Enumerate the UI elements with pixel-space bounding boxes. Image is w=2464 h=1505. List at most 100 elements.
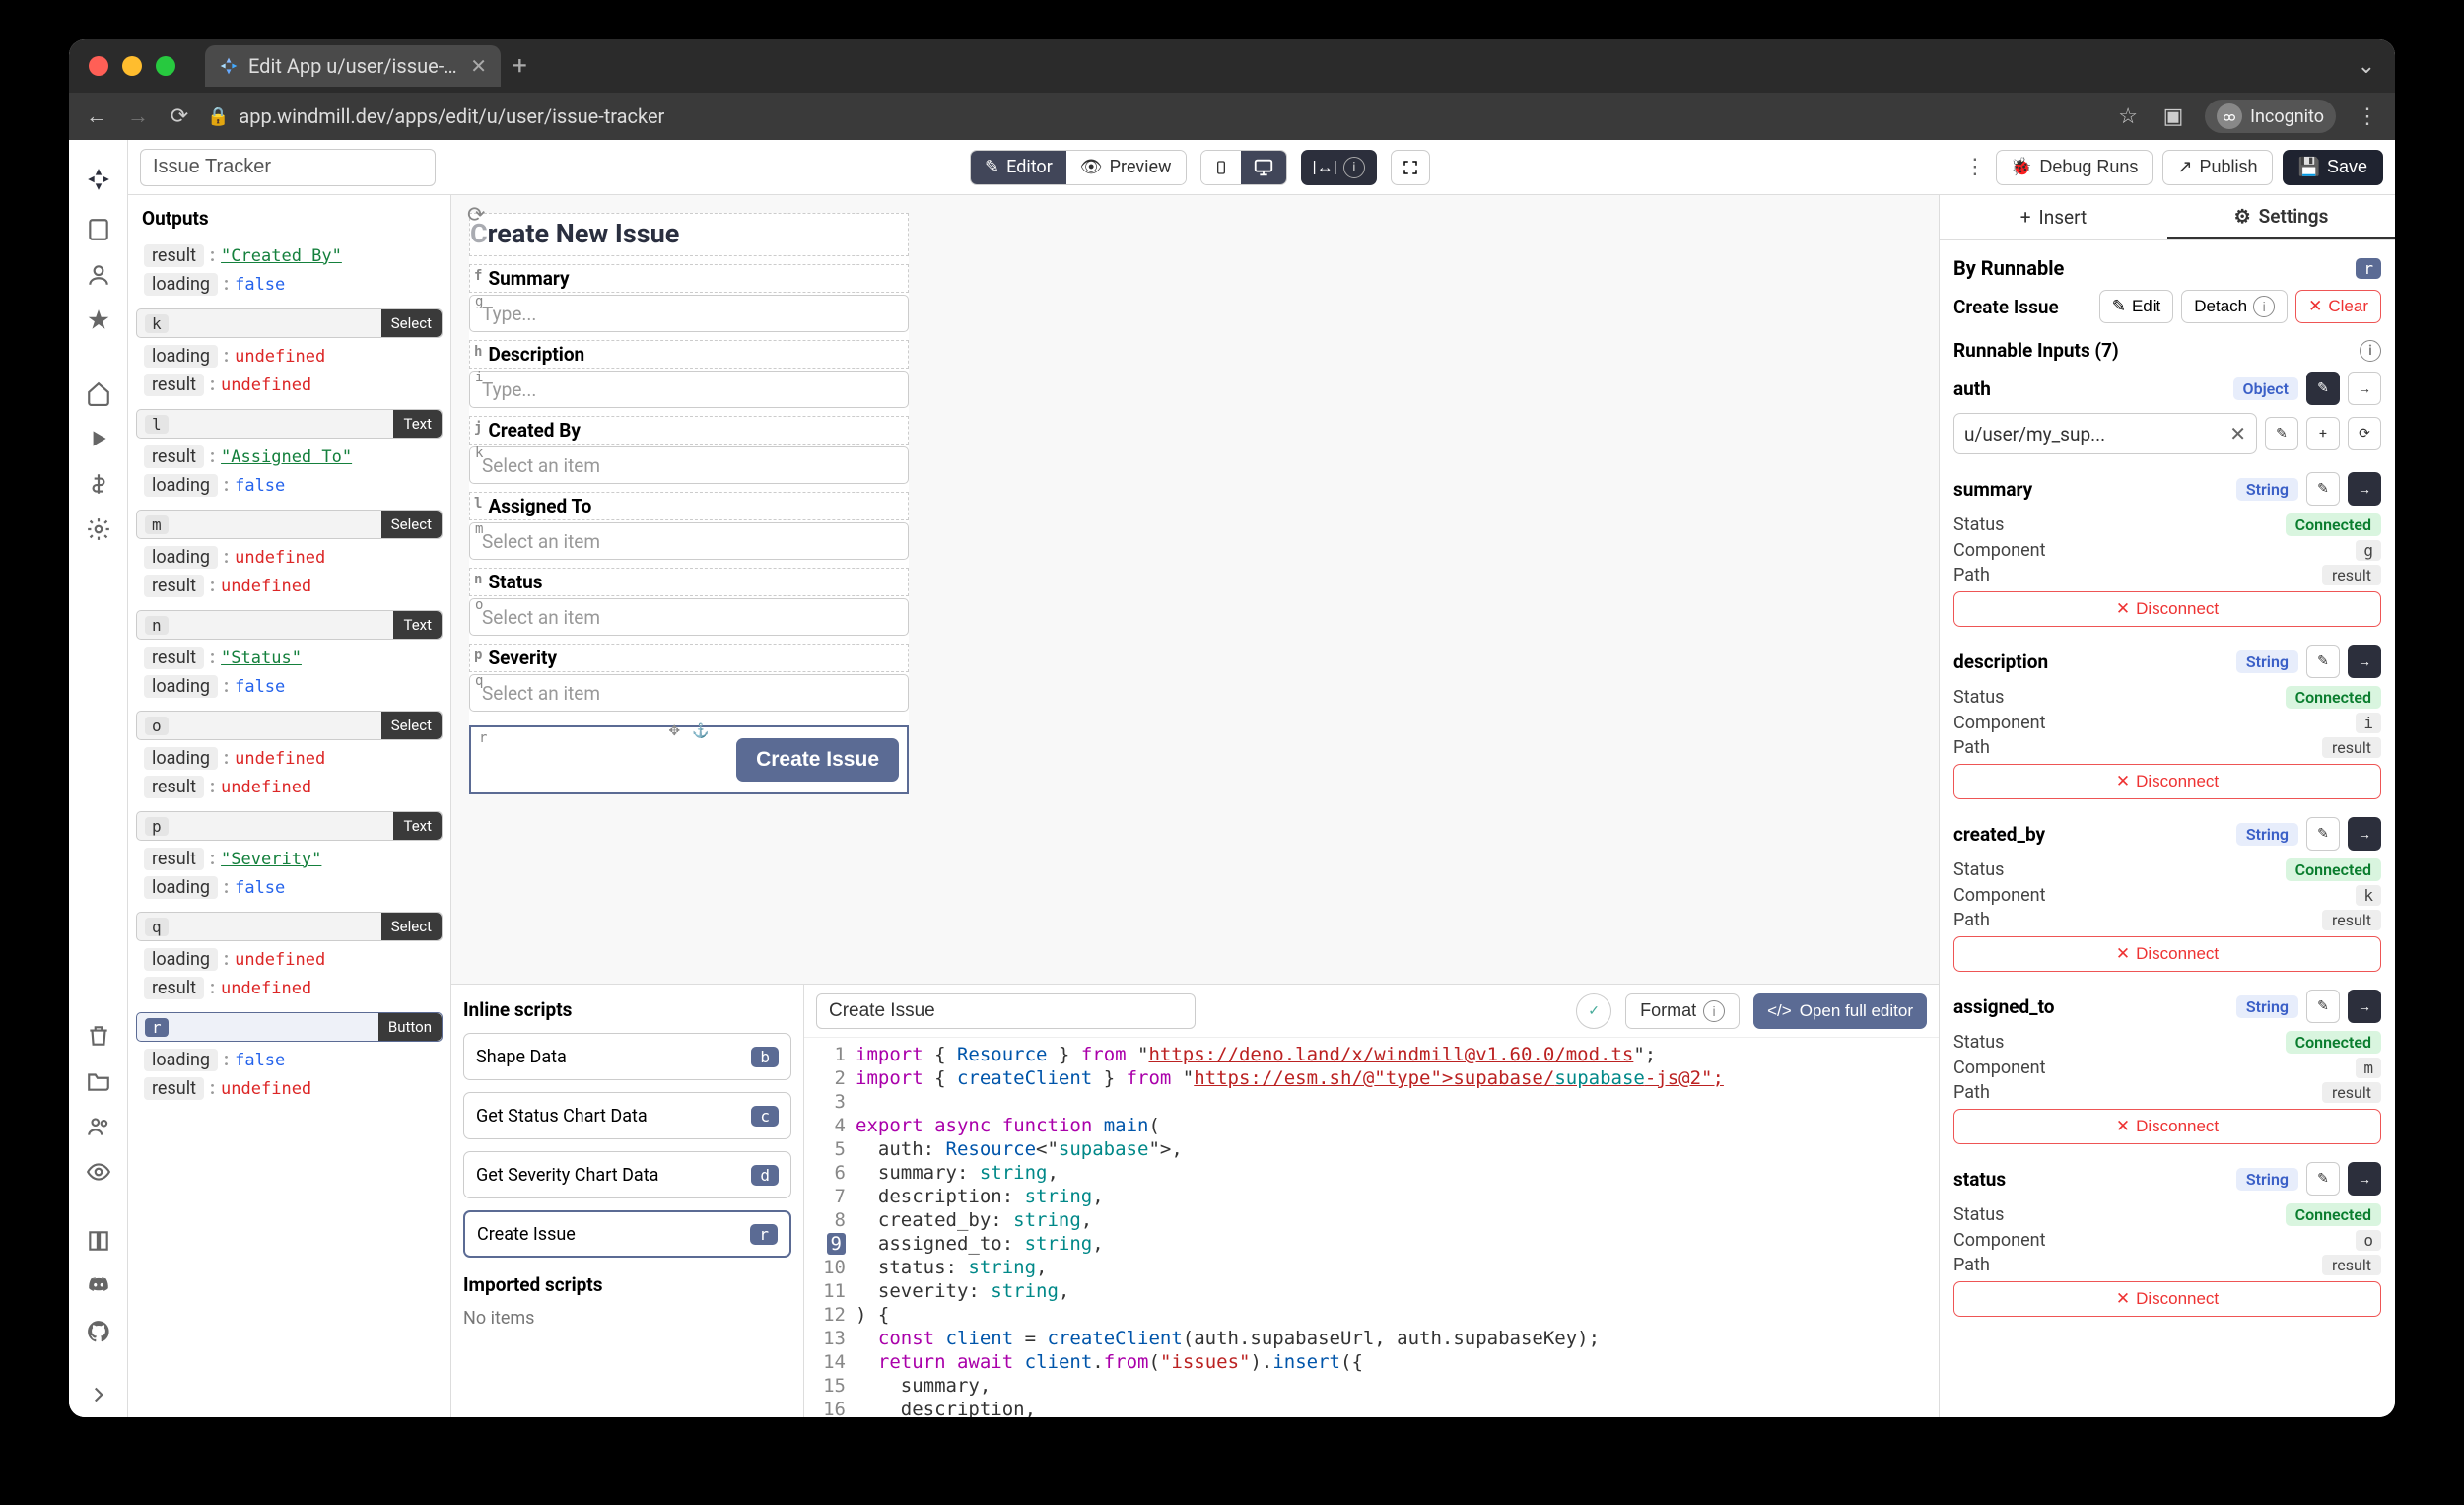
- edit-button[interactable]: ✎Edit: [2099, 290, 2174, 323]
- type-badge: String: [2236, 823, 2298, 846]
- anchor-icon[interactable]: ⚓: [692, 723, 709, 739]
- disconnect-button[interactable]: ✕ Disconnect: [1953, 936, 2381, 972]
- app-name-input[interactable]: [140, 149, 436, 186]
- rail-home-icon[interactable]: [69, 371, 128, 416]
- edit-type-button[interactable]: ✎: [2306, 372, 2340, 405]
- width-button[interactable]: |↔|i: [1301, 150, 1377, 185]
- nav-back-icon[interactable]: ←: [83, 103, 110, 129]
- more-icon[interactable]: ⋮: [1964, 155, 1986, 179]
- link-button[interactable]: →: [2348, 372, 2381, 405]
- refresh-button[interactable]: ⟳: [2348, 417, 2381, 450]
- editor-mode-button[interactable]: ✎Editor: [971, 151, 1066, 184]
- rail-book-icon[interactable]: [69, 1218, 128, 1264]
- window-close-icon[interactable]: [89, 56, 108, 76]
- text-input[interactable]: Type...: [469, 371, 909, 408]
- edit-button[interactable]: ✎: [2306, 1162, 2340, 1196]
- output-component-header[interactable]: kSelect: [136, 308, 443, 338]
- new-tab-button[interactable]: +: [513, 51, 527, 81]
- mobile-viewport-button[interactable]: [1201, 151, 1241, 184]
- edit-button[interactable]: ✎: [2306, 645, 2340, 678]
- check-icon[interactable]: ✓: [1576, 993, 1611, 1029]
- rail-page-icon[interactable]: [69, 207, 128, 252]
- window-min-icon[interactable]: [122, 56, 142, 76]
- star-icon[interactable]: ☆: [2114, 104, 2142, 129]
- insert-tab[interactable]: +Insert: [1940, 195, 2167, 239]
- settings-tab[interactable]: ⚙Settings: [2167, 195, 2395, 239]
- text-input[interactable]: Type...: [469, 295, 909, 332]
- logo-icon[interactable]: [69, 152, 128, 207]
- button-region[interactable]: r ✥⚓ Create Issue: [469, 725, 909, 794]
- nav-fwd-icon[interactable]: →: [124, 103, 152, 129]
- panel-icon[interactable]: ▣: [2159, 104, 2187, 129]
- code-editor[interactable]: 12345678910111213141516 import { Resourc…: [804, 1038, 1939, 1417]
- rail-user-icon[interactable]: [69, 252, 128, 298]
- output-row: result:undefined: [136, 1074, 443, 1103]
- script-item[interactable]: Get Severity Chart Datad: [463, 1151, 791, 1198]
- tab-close-icon[interactable]: ✕: [470, 54, 487, 78]
- disconnect-button[interactable]: ✕ Disconnect: [1953, 1109, 2381, 1144]
- output-component-header[interactable]: rButton: [136, 1012, 443, 1042]
- detach-button[interactable]: Detachi: [2181, 290, 2288, 323]
- disconnect-button[interactable]: ✕ Disconnect: [1953, 1281, 2381, 1317]
- output-component-header[interactable]: oSelect: [136, 711, 443, 740]
- link-button[interactable]: →: [2348, 990, 2381, 1023]
- move-icon[interactable]: ✥: [668, 723, 680, 739]
- rail-users-icon[interactable]: [69, 1104, 128, 1149]
- save-button[interactable]: 💾Save: [2283, 150, 2383, 185]
- link-button[interactable]: →: [2348, 472, 2381, 506]
- select-input[interactable]: Select an item: [469, 522, 909, 560]
- open-full-editor-button[interactable]: </>Open full editor: [1753, 993, 1927, 1029]
- edit-button[interactable]: ✎: [2306, 472, 2340, 506]
- edit-resource-button[interactable]: ✎: [2265, 417, 2298, 450]
- output-component-header[interactable]: pText: [136, 811, 443, 841]
- edit-button[interactable]: ✎: [2306, 817, 2340, 851]
- script-name-input[interactable]: [816, 993, 1196, 1029]
- reload-icon[interactable]: ⟳: [166, 104, 193, 129]
- script-item[interactable]: Get Status Chart Datac: [463, 1092, 791, 1139]
- disconnect-button[interactable]: ✕ Disconnect: [1953, 764, 2381, 799]
- output-component-header[interactable]: nText: [136, 610, 443, 640]
- link-button[interactable]: →: [2348, 645, 2381, 678]
- rail-expand-icon[interactable]: [69, 1372, 128, 1417]
- rail-play-icon[interactable]: [69, 416, 128, 461]
- comp-id: q: [145, 918, 169, 936]
- clear-icon[interactable]: ✕: [2229, 422, 2246, 445]
- canvas[interactable]: ⟳ Create New Issue fSummarygType...hDesc…: [451, 195, 1939, 984]
- info-icon[interactable]: i: [2360, 340, 2381, 362]
- add-resource-button[interactable]: +: [2306, 417, 2340, 450]
- rail-github-icon[interactable]: [69, 1309, 128, 1354]
- rail-dollar-icon[interactable]: [69, 461, 128, 507]
- edit-button[interactable]: ✎: [2306, 990, 2340, 1023]
- desktop-viewport-button[interactable]: [1241, 151, 1286, 184]
- output-component-header[interactable]: mSelect: [136, 510, 443, 539]
- browser-tab[interactable]: Edit App u/user/issue-tracker | ✕: [205, 45, 501, 87]
- select-input[interactable]: Select an item: [469, 446, 909, 484]
- preview-mode-button[interactable]: 👁Preview: [1066, 151, 1186, 184]
- rail-star-icon[interactable]: [69, 298, 128, 343]
- create-issue-button[interactable]: Create Issue: [736, 738, 899, 782]
- output-component-header[interactable]: lText: [136, 409, 443, 439]
- output-component-header[interactable]: qSelect: [136, 912, 443, 941]
- link-button[interactable]: →: [2348, 817, 2381, 851]
- rail-trash-icon[interactable]: [69, 1013, 128, 1059]
- chevron-down-icon[interactable]: ⌄: [2358, 54, 2375, 79]
- menu-icon[interactable]: ⋮: [2354, 104, 2381, 129]
- url-bar[interactable]: 🔒 app.windmill.dev/apps/edit/u/user/issu…: [207, 104, 2100, 128]
- window-max-icon[interactable]: [156, 56, 175, 76]
- link-button[interactable]: →: [2348, 1162, 2381, 1196]
- rail-discord-icon[interactable]: [69, 1264, 128, 1309]
- clear-button[interactable]: ✕Clear: [2295, 290, 2381, 323]
- fullscreen-button[interactable]: [1391, 150, 1430, 185]
- rail-eye-icon[interactable]: [69, 1149, 128, 1195]
- debug-runs-button[interactable]: 🐞Debug Runs: [1996, 150, 2154, 185]
- rail-gear-icon[interactable]: [69, 507, 128, 552]
- format-button[interactable]: Formati: [1625, 993, 1740, 1029]
- publish-button[interactable]: ↗Publish: [2162, 150, 2272, 185]
- rail-folder-icon[interactable]: [69, 1059, 128, 1104]
- select-input[interactable]: Select an item: [469, 598, 909, 636]
- auth-resource-select[interactable]: u/user/my_sup... ✕: [1953, 413, 2257, 454]
- disconnect-button[interactable]: ✕ Disconnect: [1953, 591, 2381, 627]
- script-item[interactable]: Create Issuer: [463, 1210, 791, 1258]
- select-input[interactable]: Select an item: [469, 674, 909, 712]
- script-item[interactable]: Shape Datab: [463, 1033, 791, 1080]
